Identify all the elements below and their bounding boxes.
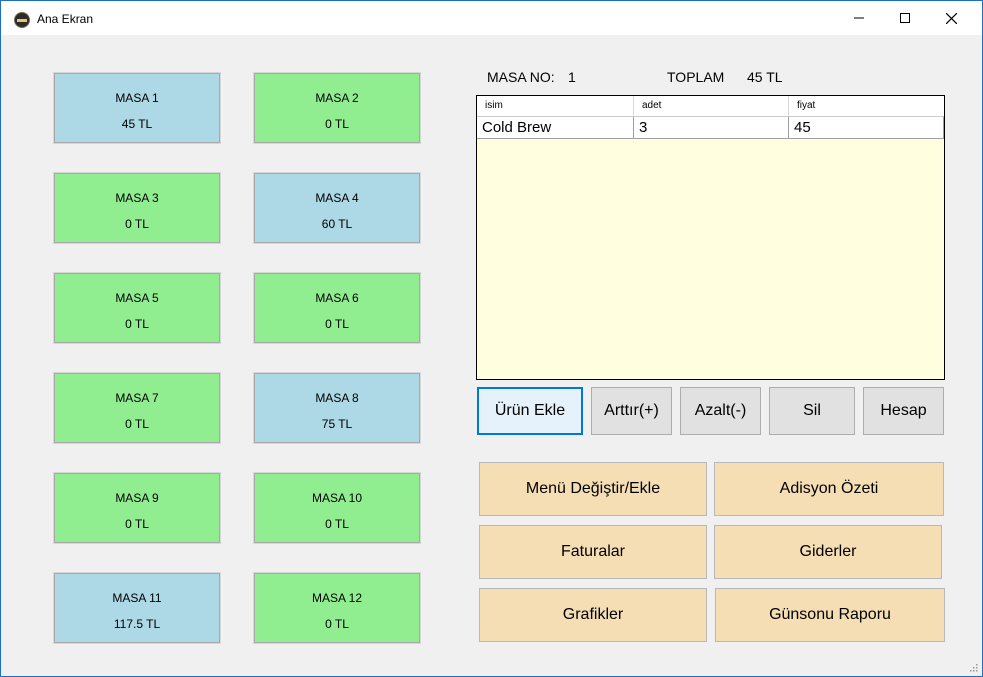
masa-name: MASA 3 [115,191,159,205]
column-header-fiyat[interactable]: fiyat [789,96,944,116]
masa-name: MASA 10 [311,491,363,505]
masa-7-button[interactable]: MASA 7 0 TL [53,372,221,444]
arttir-button[interactable]: Arttır(+) [591,387,672,435]
menu-degistir-button[interactable]: Menü Değiştir/Ekle [479,462,707,516]
sil-button[interactable]: Sil [769,387,855,435]
masa-name: MASA 4 [315,191,359,205]
masa-name: MASA 1 [115,91,159,105]
urun-ekle-button[interactable]: Ürün Ekle [477,387,583,435]
masa-amount: 0 TL [325,317,349,331]
column-header-isim[interactable]: isim [477,96,634,116]
masa-no-value: 1 [568,69,576,85]
resize-grip-icon[interactable] [968,662,978,672]
cell-isim[interactable]: Cold Brew [477,117,634,138]
close-icon [945,12,957,24]
column-header-adet[interactable]: adet [634,96,789,116]
masa-name: MASA 9 [115,491,159,505]
giderler-button[interactable]: Giderler [714,525,942,579]
masa-5-button[interactable]: MASA 5 0 TL [53,272,221,344]
cell-fiyat[interactable]: 45 [789,117,944,138]
masa-amount: 0 TL [325,517,349,531]
maximize-icon [900,13,910,23]
masa-no-label: MASA NO: [487,69,555,85]
masa-name: MASA 6 [315,291,359,305]
masa-name: MASA 8 [315,391,359,405]
masa-3-button[interactable]: MASA 3 0 TL [53,172,221,244]
toplam-label: TOPLAM [667,69,725,85]
masa-8-button[interactable]: MASA 8 75 TL [253,372,421,444]
masa-6-button[interactable]: MASA 6 0 TL [253,272,421,344]
masa-amount: 0 TL [325,117,349,131]
grafikler-button[interactable]: Grafikler [479,588,707,642]
adisyon-ozeti-button[interactable]: Adisyon Özeti [714,462,944,516]
masa-4-button[interactable]: MASA 4 60 TL [253,172,421,244]
app-icon [14,12,30,28]
masa-amount: 45 TL [121,117,153,131]
close-button[interactable] [928,1,974,35]
azalt-button[interactable]: Azalt(-) [680,387,761,435]
masa-10-button[interactable]: MASA 10 0 TL [253,472,421,544]
masa-amount: 117.5 TL [113,617,161,631]
masa-amount: 0 TL [325,617,349,631]
gunsonu-raporu-button[interactable]: Günsonu Raporu [715,588,945,642]
masa-name: MASA 5 [115,291,159,305]
masa-amount: 60 TL [321,217,353,231]
masa-12-button[interactable]: MASA 12 0 TL [253,572,421,644]
masa-amount: 0 TL [125,217,149,231]
hesap-button[interactable]: Hesap [863,387,944,435]
masa-name: MASA 2 [315,91,359,105]
main-window: Ana Ekran MASA 1 45 TL MASA 2 0 TL MASA … [0,0,983,677]
title-bar: Ana Ekran [1,1,982,35]
masa-amount: 75 TL [321,417,353,431]
window-title: Ana Ekran [37,12,94,26]
masa-2-button[interactable]: MASA 2 0 TL [253,72,421,144]
minimize-icon [854,17,864,19]
masa-amount: 0 TL [125,517,149,531]
toplam-value: 45 TL [747,69,783,85]
order-grid[interactable]: isim adet fiyat Cold Brew 3 45 [476,95,945,380]
masa-name: MASA 7 [115,391,159,405]
masa-9-button[interactable]: MASA 9 0 TL [53,472,221,544]
maximize-button[interactable] [882,1,928,35]
masa-name: MASA 11 [112,591,162,605]
masa-11-button[interactable]: MASA 11 117.5 TL [53,572,221,644]
masa-amount: 0 TL [125,417,149,431]
grid-header: isim adet fiyat [477,96,944,117]
cell-adet[interactable]: 3 [634,117,789,138]
masa-amount: 0 TL [125,317,149,331]
masa-name: MASA 12 [311,591,363,605]
minimize-button[interactable] [836,1,882,35]
faturalar-button[interactable]: Faturalar [479,525,707,579]
masa-1-button[interactable]: MASA 1 45 TL [53,72,221,144]
table-row[interactable]: Cold Brew 3 45 [477,117,944,139]
